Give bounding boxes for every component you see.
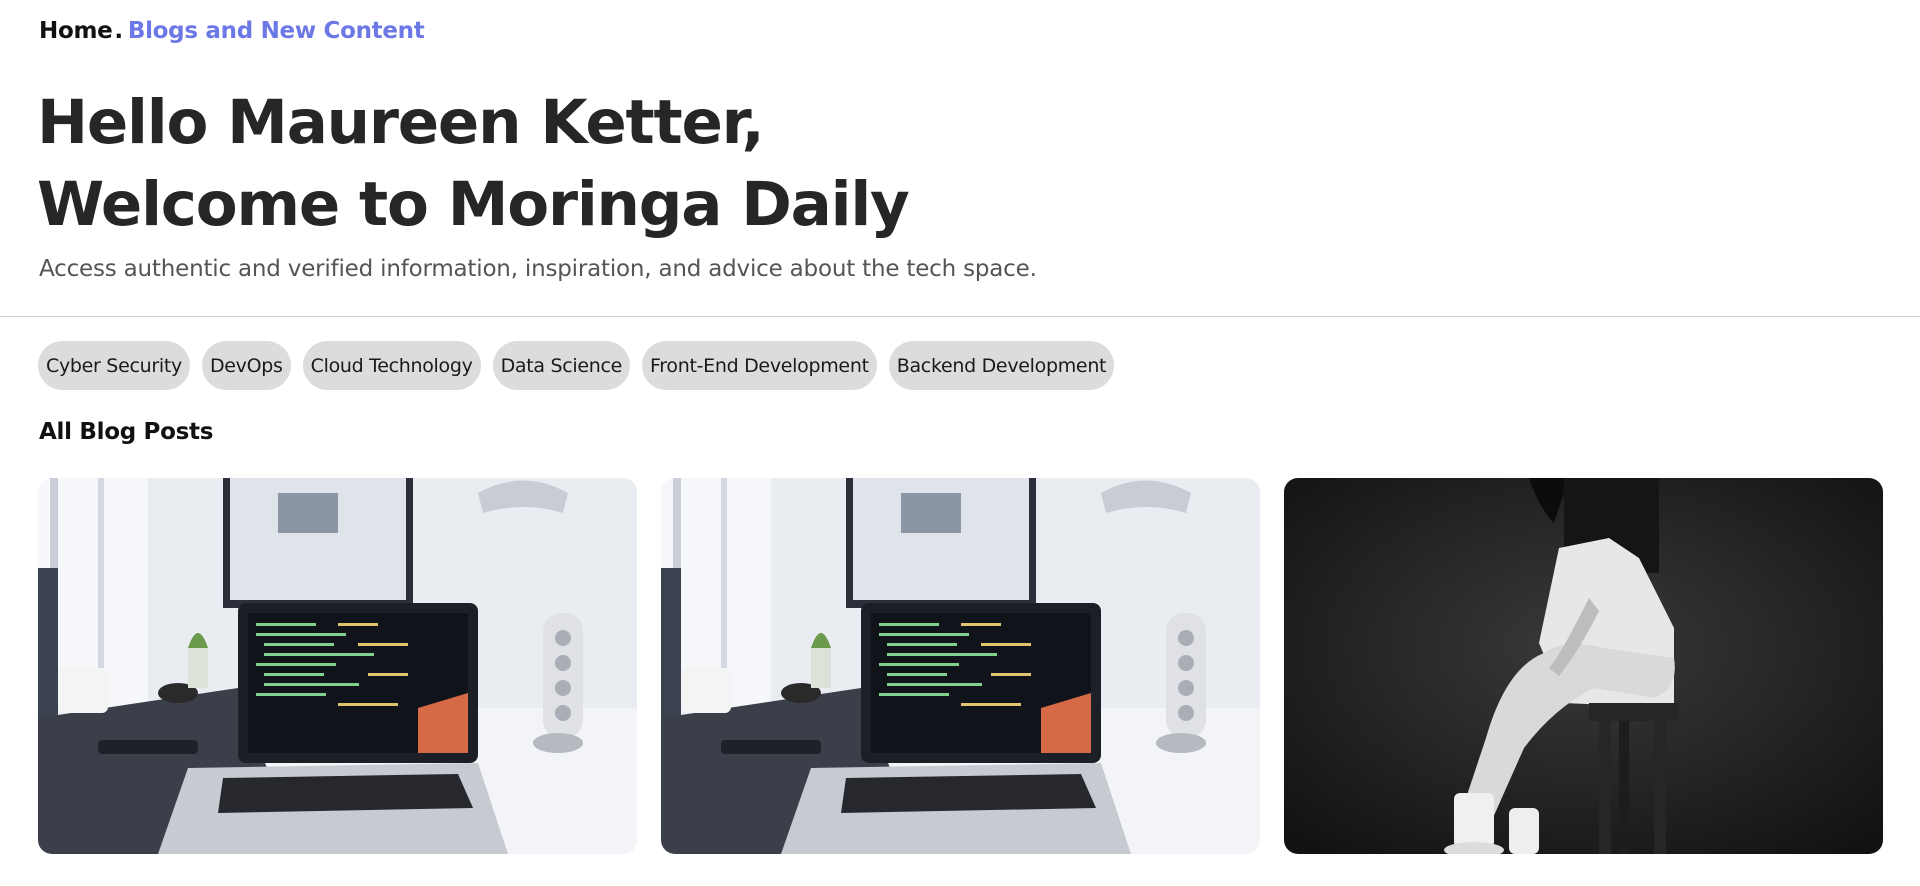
category-chip-cyber-security[interactable]: Cyber Security — [38, 341, 190, 390]
breadcrumb: Home. Blogs and New Content — [39, 18, 425, 44]
category-chip-data-science[interactable]: Data Science — [492, 341, 631, 390]
breadcrumb-separator: . — [114, 18, 123, 44]
page-subtitle: Access authentic and verified informatio… — [39, 256, 1037, 282]
breadcrumb-home-link[interactable]: Home — [39, 18, 113, 44]
category-chip-backend-development[interactable]: Backend Development — [888, 341, 1115, 390]
blog-post-image — [661, 478, 1260, 854]
breadcrumb-current[interactable]: Blogs and New Content — [128, 18, 425, 44]
blog-post-image — [1284, 478, 1883, 854]
blog-post-card[interactable] — [38, 478, 637, 854]
greeting-line: Hello Maureen Ketter, — [37, 87, 765, 158]
section-divider — [0, 316, 1920, 317]
blog-post-card[interactable] — [661, 478, 1260, 854]
all-blog-posts-heading: All Blog Posts — [39, 419, 214, 445]
welcome-line: Welcome to Moringa Daily — [37, 169, 910, 240]
blog-posts-grid — [38, 478, 1883, 854]
blog-post-card[interactable] — [1284, 478, 1883, 854]
category-chip-front-end-development[interactable]: Front-End Development — [642, 341, 877, 390]
blog-post-image — [38, 478, 637, 854]
category-chip-cloud-technology[interactable]: Cloud Technology — [302, 341, 481, 390]
page-title: Hello Maureen Ketter, Welcome to Moringa… — [37, 82, 910, 246]
category-chip-devops[interactable]: DevOps — [201, 341, 291, 390]
category-chips: Cyber Security DevOps Cloud Technology D… — [38, 341, 1115, 390]
